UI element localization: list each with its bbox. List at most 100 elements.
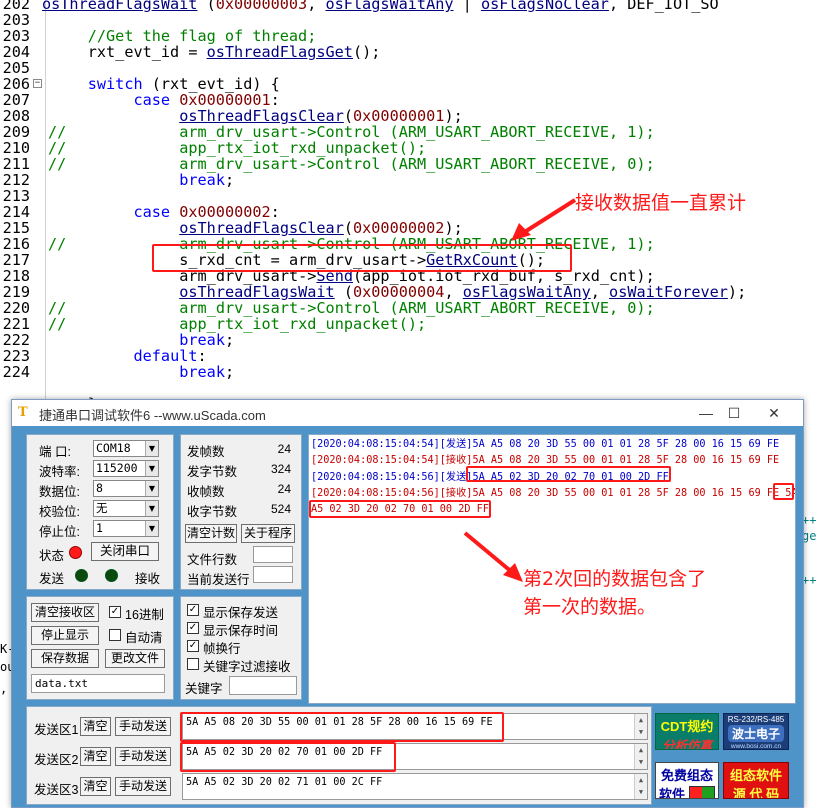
status-led-icon [69, 546, 82, 559]
receive-area[interactable]: [2020:04:08:15:04:54][发送]5A A5 08 20 3D … [308, 434, 796, 704]
send-area-clear-button[interactable]: 清空 [80, 717, 111, 736]
stop-display-button[interactable]: 停止显示 [31, 626, 99, 645]
baud-label: 波特率: [39, 465, 80, 479]
arrow-icon [463, 531, 523, 582]
minimize-button[interactable]: — [691, 403, 721, 423]
change-file-button[interactable]: 更改文件 [105, 649, 165, 668]
code-token: break [179, 363, 225, 381]
baud-select[interactable]: 115200 ▼ [93, 460, 159, 477]
frame-newline-checkbox[interactable]: ✓ [187, 640, 199, 652]
right-peek-line: ++ [802, 513, 817, 527]
fold-collapse-icon[interactable]: − [33, 79, 42, 88]
code-text: break; [179, 364, 234, 380]
save-data-button[interactable]: 保存数据 [31, 649, 99, 668]
parity-select[interactable]: 无 ▼ [93, 500, 159, 517]
line-number: 218 [2, 267, 30, 285]
code-token: case [133, 91, 171, 109]
scrollbar[interactable]: ▲ ▼ [634, 744, 647, 769]
annotation-bottom-line2: 第一次的数据。 [523, 596, 657, 618]
show-save-time-checkbox[interactable]: ✓ [187, 622, 199, 634]
comment-marker: // [48, 139, 67, 157]
code-text: osThreadFlagsWait (0x00000003, osFlagsWa… [42, 0, 719, 12]
comment-marker: // [48, 155, 67, 173]
free-config-ad-button[interactable]: 免费组态 软件 [655, 762, 719, 799]
close-port-button[interactable]: 关闭串口 [91, 542, 159, 561]
scroll-down-icon[interactable]: ▼ [635, 786, 647, 798]
highlight-send-area-1 [180, 712, 504, 742]
send-area-clear-button[interactable]: 清空 [80, 777, 111, 796]
code-token: case [133, 203, 171, 221]
config-source-ad-button[interactable]: 组态软件 源 代 码 [723, 762, 789, 799]
scroll-up-icon[interactable]: ▲ [635, 744, 647, 756]
code-text: app_rtx_iot_rxd_unpacket(); [179, 316, 426, 332]
code-line: 205 [0, 60, 822, 76]
scrollbar[interactable]: ▲ ▼ [634, 714, 647, 739]
clear-receive-button[interactable]: 清空接收区 [31, 603, 99, 622]
line-number: 211 [2, 155, 30, 173]
scroll-down-icon[interactable]: ▼ [635, 726, 647, 738]
manual-send-button[interactable]: 手动发送 [115, 777, 171, 796]
code-line: 219 osThreadFlagsWait (0x00000004, osFlag… [0, 284, 822, 300]
databits-select[interactable]: 8 ▼ [93, 480, 159, 497]
scroll-up-icon[interactable]: ▲ [635, 774, 647, 786]
scroll-up-icon[interactable]: ▲ [635, 714, 647, 726]
highlight-second-send [466, 466, 671, 482]
maximize-button[interactable]: ☐ [719, 403, 749, 423]
frame-newline-label: 帧换行 [203, 642, 241, 656]
stats-panel: 发帧数 24 发字节数 324 收帧数 24 收字节数 524 清空计数 关于程… [180, 434, 302, 590]
manual-send-button[interactable]: 手动发送 [115, 747, 171, 766]
code-token: osThreadFlagsGet [206, 43, 353, 61]
hex-checkbox[interactable]: ✓ [109, 606, 121, 618]
send-area-input[interactable]: 5A A5 02 3D 20 02 71 01 00 2C FF ▲ ▼ [182, 773, 648, 800]
code-text: break; [179, 332, 234, 348]
rx-frames-label: 收帧数 [187, 485, 225, 499]
show-save-send-checkbox[interactable]: ✓ [187, 604, 199, 616]
line-number: 212 [2, 171, 30, 189]
databits-label: 数据位: [39, 485, 80, 499]
line-number: 222 [2, 331, 30, 349]
current-line-label: 当前发送行 [187, 573, 250, 587]
stopbits-select[interactable]: 1 ▼ [93, 520, 159, 537]
clear-count-button[interactable]: 清空计数 [185, 524, 237, 543]
code-line: 202 osThreadFlagsWait (0x00000003, osFlag… [0, 0, 822, 12]
chevron-down-icon: ▼ [145, 441, 158, 456]
line-number: 224 [2, 363, 30, 381]
port-select[interactable]: COM18 ▼ [93, 440, 159, 457]
tx-frames-value: 24 [277, 442, 291, 456]
close-button[interactable]: ✕ [759, 403, 789, 423]
manual-send-button[interactable]: 手动发送 [115, 717, 171, 736]
code-text: osThreadFlagsClear(0x00000002); [179, 220, 462, 236]
send-area-clear-button[interactable]: 清空 [80, 747, 111, 766]
filename-field[interactable]: data.txt [31, 674, 165, 693]
send-area-text: 5A A5 02 3D 20 02 71 01 00 2C FF [186, 777, 383, 788]
cdt-ad-button[interactable]: CDT规约 分析仿真 [655, 713, 719, 750]
code-line: 203 [0, 12, 822, 28]
parity-label: 校验位: [39, 505, 80, 519]
code-line: 223 default: [0, 348, 822, 364]
code-line: 203 //Get the flag of thread; [0, 28, 822, 44]
about-button[interactable]: 关于程序 [241, 524, 295, 543]
status-label: 状态 [39, 549, 65, 563]
line-number: 205 [2, 59, 30, 77]
scroll-down-icon[interactable]: ▼ [635, 756, 647, 768]
rs485-ad-button[interactable]: RS-232/RS-485 波士电子 www.bosi.com.cn [723, 713, 789, 750]
stopbits-label: 停止位: [39, 525, 80, 539]
code-line: 222 break; [0, 332, 822, 348]
line-number: 203 [2, 27, 30, 45]
arrow-icon [511, 198, 577, 241]
code-line: 208 osThreadFlagsClear(0x00000001); [0, 108, 822, 124]
keyword-input[interactable] [229, 676, 297, 695]
title-bar[interactable]: T 捷通串口调试软件6 --www.uScada.com — ☐ ✕ [12, 400, 803, 426]
highlight-send-area-2 [180, 742, 396, 772]
auto-clear-checkbox[interactable] [109, 629, 121, 641]
scrollbar[interactable]: ▲ ▼ [634, 774, 647, 799]
code-text: case 0x00000002: [134, 204, 280, 220]
code-line: 207 case 0x00000001: [0, 92, 822, 108]
keyword-filter-checkbox[interactable] [187, 658, 199, 670]
code-text: default: [134, 348, 207, 364]
send-area-label: 发送区2 [34, 753, 79, 767]
code-line: 210 // app_rtx_iot_rxd_unpacket(); [0, 140, 822, 156]
code-line: 211 // arm_drv_usart->Control (ARM_USART_A… [0, 156, 822, 172]
